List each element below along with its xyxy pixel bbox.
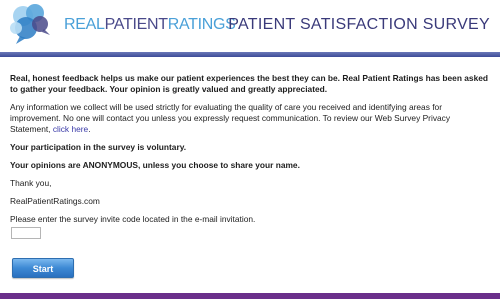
brand-wordmark: REALPATIENTRATINGS [64,16,236,34]
brand-part-real: REAL [64,16,105,33]
privacy-paragraph: Any information we collect will be used … [10,102,492,135]
brand-part-patient: PATIENT [104,16,168,33]
footer-bar [0,293,500,299]
privacy-end: . [88,124,91,134]
signature-text: RealPatientRatings.com [10,196,100,206]
thanks-text: Thank you, [10,178,52,188]
invite-code-prompt: Please enter the survey invite code loca… [10,214,256,224]
invite-code-input[interactable] [11,227,41,239]
page-header: REALPATIENTRATINGS PATIENT SATISFACTION … [0,0,500,52]
survey-title: PATIENT SATISFACTION SURVEY [228,16,490,33]
voluntary-notice: Your participation in the survey is volu… [10,142,187,152]
survey-page: REALPATIENTRATINGS PATIENT SATISFACTION … [0,0,500,299]
intro-paragraph: Real, honest feedback helps us make our … [10,73,489,94]
start-button[interactable]: Start [12,258,74,278]
brand-part-ratings: RATINGS [167,16,236,33]
privacy-statement-link[interactable]: click here [53,124,88,134]
anonymous-notice: Your opinions are ANONYMOUS, unless you … [10,160,300,170]
speech-bubbles-logo-icon [10,4,50,44]
header-divider-bar [0,52,500,57]
survey-intro-content: Real, honest feedback helps us make our … [10,73,492,232]
